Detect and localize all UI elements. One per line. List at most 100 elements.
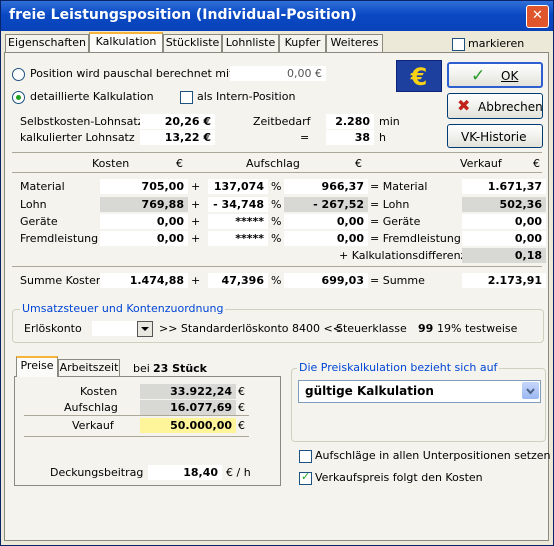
- erloeskonto-label: Erlöskonto: [24, 322, 82, 335]
- col-kosten: Kosten: [92, 157, 130, 170]
- window-title: freie Leistungsposition (Individual-Posi…: [9, 7, 357, 23]
- preiskalk-dropdown-button[interactable]: [522, 382, 539, 399]
- tab-weiteres[interactable]: Weiteres: [326, 34, 383, 52]
- kosten-field[interactable]: 705,00: [100, 179, 188, 194]
- chevron-down-icon: [141, 327, 149, 331]
- preise-kosten-field[interactable]: 33.922,24: [140, 384, 236, 399]
- eur-sign: €: [238, 385, 245, 398]
- vk-folgt-label: Verkaufspreis folgt den Kosten: [315, 471, 483, 484]
- col-aufschlag: Aufschlag: [246, 157, 300, 170]
- selbstkosten-field[interactable]: 20,26 €: [140, 114, 215, 129]
- markieren-checkbox[interactable]: [452, 38, 465, 51]
- kalk-lohnsatz-label: kalkulierter Lohnsatz: [20, 131, 135, 144]
- row-label: Material: [20, 180, 65, 193]
- pauschal-label: Position wird pauschal berechnet mit: [30, 67, 234, 80]
- divider: [24, 415, 249, 416]
- percent-sign: %: [271, 215, 282, 228]
- selbstkosten-label: Selbstkosten-Lohnsatz: [20, 115, 144, 128]
- tab-eigenschaften[interactable]: Eigenschaften: [5, 34, 89, 52]
- zeitbedarf-h-field[interactable]: 38: [326, 130, 374, 145]
- tab-arbeitszeit[interactable]: Arbeitszeit: [58, 359, 120, 376]
- detail-radio[interactable]: [12, 91, 25, 104]
- row-label: Lohn: [20, 198, 47, 211]
- preiskalk-selected: gültige Kalkulation: [305, 384, 434, 398]
- pauschal-value-field[interactable]: 0,00 €: [230, 66, 326, 81]
- bei-label: bei: [133, 362, 150, 375]
- aufschlag-field[interactable]: 137,074: [208, 179, 268, 194]
- result-label: = Fremdleistung: [370, 232, 461, 245]
- kosten-field[interactable]: 0,00: [100, 231, 188, 246]
- preise-aufschlag-label: Aufschlag: [64, 401, 118, 414]
- summe-verkauf-field[interactable]: 2.173,91: [462, 273, 546, 288]
- preiskalk-select[interactable]: gültige Kalkulation: [298, 380, 541, 403]
- title-bar[interactable]: freie Leistungsposition (Individual-Posi…: [1, 1, 553, 31]
- steuerklasse-number: 99: [418, 322, 434, 335]
- aufschlag-field[interactable]: *****: [208, 231, 268, 246]
- ok-button-label: OK: [501, 69, 519, 83]
- col-verkauf: Verkauf: [460, 157, 502, 170]
- aufschlag-field[interactable]: *****: [208, 214, 268, 229]
- euro-logo: €: [396, 60, 442, 92]
- preise-verkauf-field[interactable]: 50.000,00: [140, 418, 236, 433]
- erloeskonto-field[interactable]: [92, 321, 142, 336]
- verkauf-field[interactable]: 1.671,37: [462, 179, 546, 194]
- preise-aufschlag-field[interactable]: 16.077,69: [140, 400, 236, 415]
- summe-label: Summe Kosten: [20, 274, 103, 287]
- steuerklasse-text: 19% testweise: [437, 322, 518, 335]
- kalkulationsdifferenz-field[interactable]: 0,18: [462, 248, 546, 263]
- aufschlag-field[interactable]: - 34,748: [208, 197, 268, 212]
- summe-kosten-field[interactable]: 1.474,88: [100, 273, 188, 288]
- result-label: = Geräte: [370, 215, 421, 228]
- summe-aufschlag-field[interactable]: 47,396: [208, 273, 268, 288]
- col-eur-aufschlag: €: [355, 157, 362, 170]
- aufschlag-betrag-field[interactable]: 0,00: [284, 231, 368, 246]
- aufschlag-betrag-field[interactable]: - 267,52: [284, 197, 368, 212]
- preise-kosten-label: Kosten: [80, 385, 118, 398]
- kosten-field[interactable]: 0,00: [100, 214, 188, 229]
- plus-sign: +: [191, 232, 201, 245]
- close-button[interactable]: ✕: [526, 5, 549, 28]
- min-unit: min: [379, 115, 400, 128]
- result-label: = Lohn: [370, 198, 410, 211]
- divider: [12, 152, 542, 153]
- vk-historie-button[interactable]: VK-Historie: [447, 124, 543, 148]
- h-unit: h: [379, 131, 386, 144]
- ok-button[interactable]: ✓ OK: [447, 62, 543, 88]
- summe-betrag-field[interactable]: 699,03: [284, 273, 368, 288]
- aufschlag-betrag-field[interactable]: 966,37: [284, 179, 368, 194]
- aufschlaege-checkbox[interactable]: [299, 450, 312, 463]
- abbrechen-button[interactable]: ✖ Abbrechen: [447, 93, 543, 119]
- tab-preise[interactable]: Preise: [16, 356, 58, 377]
- abbrechen-button-label: Abbrechen: [478, 100, 543, 114]
- kosten-field[interactable]: 769,88: [100, 197, 188, 212]
- verkauf-field[interactable]: 502,36: [462, 197, 546, 212]
- plus-sign: +: [191, 215, 201, 228]
- col-eur-verkauf: €: [533, 157, 540, 170]
- pauschal-radio[interactable]: [12, 68, 25, 81]
- eur-sign: €: [238, 419, 245, 432]
- deckungsbeitrag-field[interactable]: 18,40: [148, 465, 222, 480]
- divider: [12, 172, 542, 173]
- tab-kalkulation[interactable]: Kalkulation: [89, 32, 163, 54]
- erloeskonto-dropdown-button[interactable]: [137, 321, 153, 337]
- kalk-lohnsatz-field[interactable]: 13,22 €: [140, 130, 215, 145]
- aufschlag-betrag-field[interactable]: 0,00: [284, 214, 368, 229]
- tab-kupfer[interactable]: Kupfer: [279, 34, 326, 52]
- preiskalk-group-title: Die Preiskalkulation bezieht sich auf: [297, 361, 500, 374]
- kalkulationsdifferenz-label: + Kalkulationsdifferenz: [339, 249, 467, 262]
- percent-sign: %: [271, 274, 282, 287]
- verkauf-field[interactable]: 0,00: [462, 214, 546, 229]
- aufschlaege-label: Aufschläge in allen Unterpositionen setz…: [315, 449, 551, 462]
- tab-lohnliste[interactable]: Lohnliste: [222, 34, 279, 52]
- verkauf-field[interactable]: 0,00: [462, 231, 546, 246]
- euro-icon: €: [410, 63, 428, 91]
- zeitbedarf-min-field[interactable]: 2.280: [326, 114, 374, 129]
- intern-checkbox[interactable]: [180, 91, 193, 104]
- divider: [24, 436, 249, 437]
- percent-sign: %: [271, 180, 282, 193]
- steuerklasse-label: Steuerklasse: [336, 322, 407, 335]
- vk-folgt-checkbox[interactable]: [299, 470, 312, 485]
- equals-sign: =: [300, 131, 310, 144]
- check-icon: ✓: [471, 66, 486, 86]
- tab-stueckliste[interactable]: Stückliste: [163, 34, 222, 52]
